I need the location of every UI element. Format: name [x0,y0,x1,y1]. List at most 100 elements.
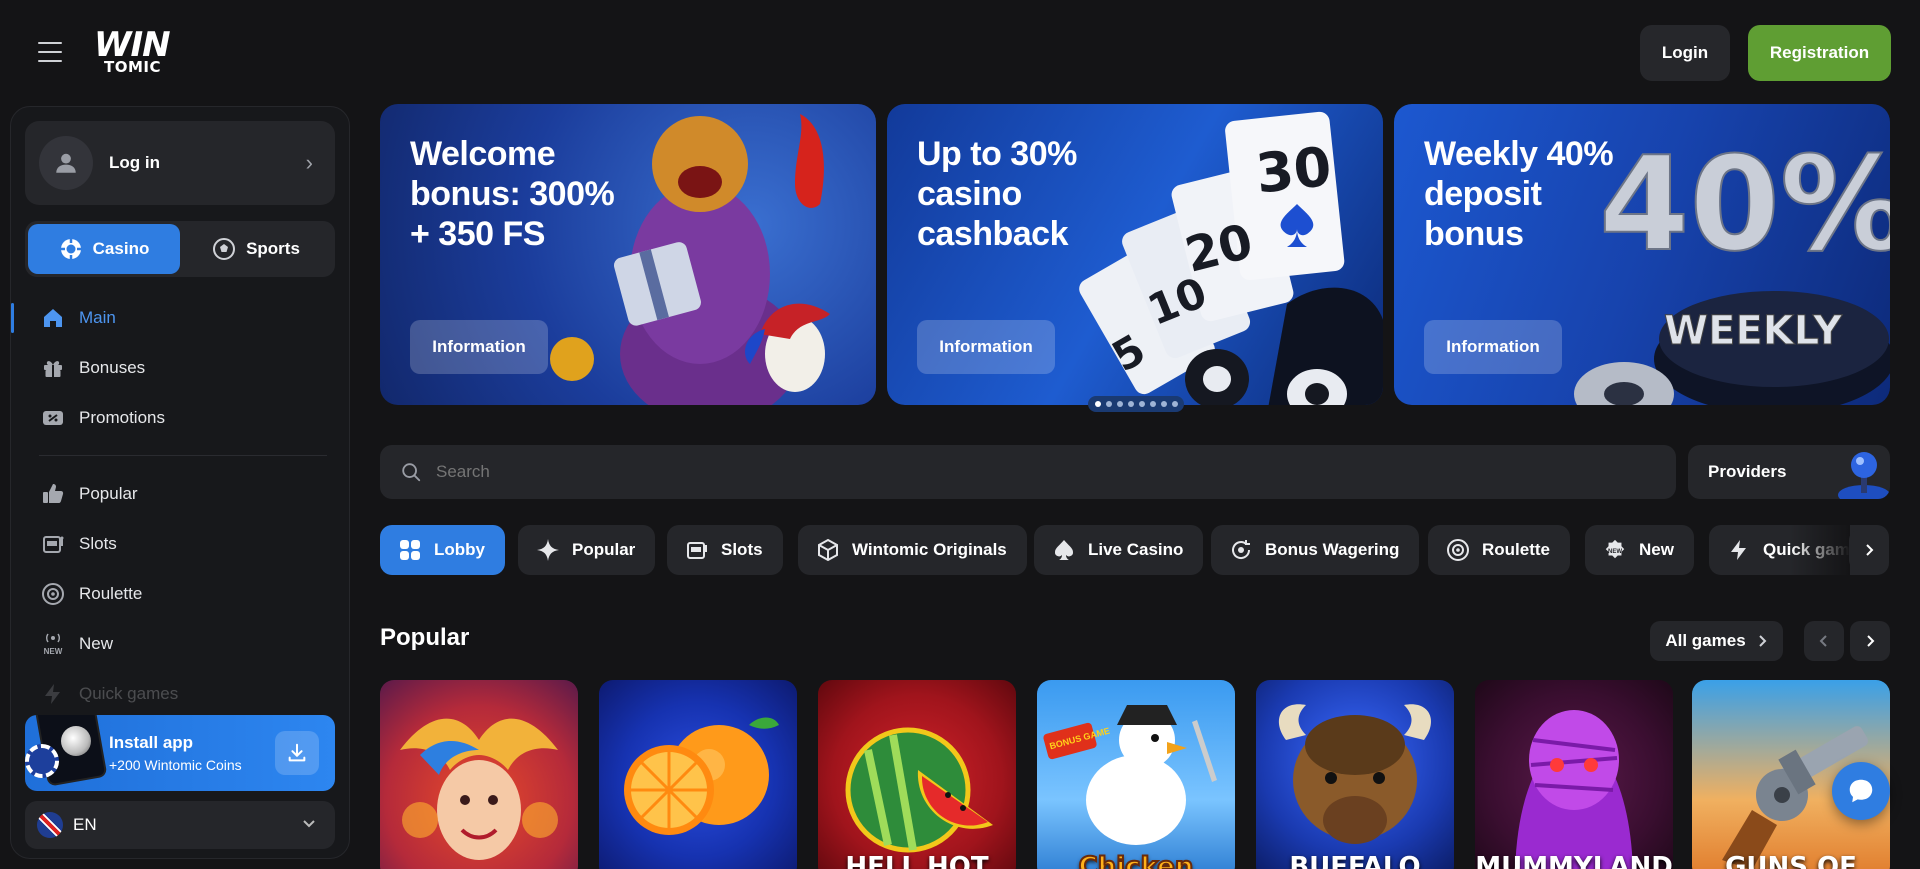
game-card-mummyland[interactable]: MUMMYLAND [1475,680,1673,869]
buffalo-game-art [1278,704,1432,844]
tab-casino[interactable]: Casino [28,224,180,274]
chicken-pirate-game-art: BONUS GAME [1043,705,1217,845]
sidebar-login-label: Log in [109,153,160,172]
game-card-buffalo[interactable]: BUFFALO [1256,680,1454,869]
banner-title: Welcome bonus: 300% + 350 FS [410,135,615,253]
providers-button[interactable]: Providers [1688,445,1890,499]
sidebar-item-new[interactable]: NEW New [11,619,349,669]
casino-chip-icon [60,239,81,259]
search-input[interactable] [436,462,1536,482]
sidebar-item-quick-games[interactable]: Quick games [11,669,349,719]
sidebar-login-card[interactable]: Log in › [25,121,335,205]
chevron-right-icon: › [305,150,313,175]
tab-sports[interactable]: Sports [180,224,332,274]
sidebar-item-promotions[interactable]: Promotions [11,393,349,443]
mummy-game-art [1515,710,1633,869]
sidebar-item-label: Slots [79,534,117,553]
carousel-dots[interactable] [1088,396,1184,412]
sidebar-item-popular[interactable]: Popular [11,469,349,519]
banner-cashback[interactable]: 5 10 20 30 Up to 30% casino cashback Inf… [887,104,1383,405]
game-caption: BUFFALO [1289,852,1421,869]
lightning-icon [1727,538,1751,562]
weekly-label-art: WEEKLY [1664,308,1843,354]
site-logo[interactable]: WIN TOMIC [94,28,190,78]
popular-prev-button[interactable] [1804,621,1844,661]
sidebar: Log in › Casino Sports Main Bonuses Prom… [10,106,350,859]
tab-sports-label: Sports [246,239,300,258]
game-caption: MUMMYLAND [1475,852,1673,869]
tab-label: Live Casino [1088,540,1184,559]
soccer-ball-icon [213,238,236,260]
search-bar[interactable] [380,445,1676,499]
tab-label: Slots [721,540,763,559]
tab-slots[interactable]: Slots [667,525,783,575]
cube-icon [816,538,840,562]
search-icon [402,463,421,482]
game-card-orange[interactable] [599,680,797,869]
watermelon-game-art [845,727,993,853]
home-icon [39,304,67,332]
bonus-wager-icon [1229,538,1253,562]
tab-label: Bonus Wagering [1265,540,1400,559]
roulette-icon [39,580,67,608]
providers-label: Providers [1708,462,1787,481]
tab-label: Lobby [434,540,485,559]
banner-title: Up to 30% casino cashback [917,135,1077,253]
sidebar-item-bonuses[interactable]: Bonuses [11,343,349,393]
new-badge-icon: NEW [39,630,67,658]
sidebar-item-slots[interactable]: Slots [11,519,349,569]
tab-live-casino[interactable]: Live Casino [1034,525,1204,575]
install-app-banner[interactable]: Install app +200 Wintomic Coins [25,715,335,791]
tabs-scroll-right-button[interactable] [1849,530,1889,570]
user-icon [56,153,76,173]
banner-welcome-bonus[interactable]: Welcome bonus: 300% + 350 FS Information [380,104,876,405]
sidebar-item-label: Quick games [79,684,179,703]
tab-bonus-wagering[interactable]: Bonus Wagering [1211,525,1420,575]
svg-text:NEW: NEW [44,647,63,656]
game-card-hell-hot[interactable]: HELL HOT [818,680,1016,869]
tab-lobby[interactable]: Lobby [380,525,505,575]
chat-bubble-icon [1849,779,1873,803]
tab-label: New [1639,540,1674,559]
spade-icon [1052,538,1076,562]
download-button[interactable] [275,731,319,775]
tab-new[interactable]: NEW New [1585,525,1694,575]
chevron-left-icon [1819,635,1827,647]
chevron-right-icon [1867,635,1875,647]
game-card-jester[interactable] [380,680,578,869]
svg-text:NEW: NEW [1608,549,1622,555]
all-games-label: All games [1665,631,1746,650]
sidebar-item-roulette[interactable]: Roulette [11,569,349,619]
logo-text-tomic: TOMIC [104,58,161,76]
tab-wintomic-originals[interactable]: Wintomic Originals [798,525,1027,575]
thumbs-up-icon [39,480,67,508]
chat-button[interactable] [1832,762,1890,820]
tab-label: Wintomic Originals [852,540,1007,559]
information-button[interactable]: Information [917,320,1055,374]
sidebar-item-label: Popular [79,484,138,503]
game-card-chicken[interactable]: BONUS GAME Chicken [1037,680,1235,869]
banner-weekly-deposit[interactable]: 40% WEEKLY Weekly 40% deposit bonus Info… [1394,104,1890,405]
sidebar-item-main[interactable]: Main [11,293,349,343]
language-select[interactable]: EN [25,801,335,849]
information-button[interactable]: Information [410,320,548,374]
registration-button[interactable]: Registration [1748,25,1891,81]
tab-popular[interactable]: Popular [518,525,656,575]
menu-icon[interactable] [38,42,62,62]
game-caption: Chicken [1078,851,1195,869]
language-value: EN [73,815,97,834]
joystick-icon [1838,452,1890,499]
ticket-icon [39,404,67,432]
chevron-right-icon [1866,544,1874,556]
tab-roulette[interactable]: Roulette [1428,525,1570,575]
tab-label: Roulette [1482,540,1550,559]
login-button[interactable]: Login [1640,25,1730,81]
lightning-icon [39,680,67,708]
information-button[interactable]: Information [1424,320,1562,374]
game-caption: HELL HOT [845,852,989,869]
tab-casino-label: Casino [92,239,150,258]
all-games-button[interactable]: All games [1650,621,1783,661]
popular-next-button[interactable] [1850,621,1890,661]
sidebar-item-label: Main [79,308,116,327]
jester-game-art [400,718,558,860]
